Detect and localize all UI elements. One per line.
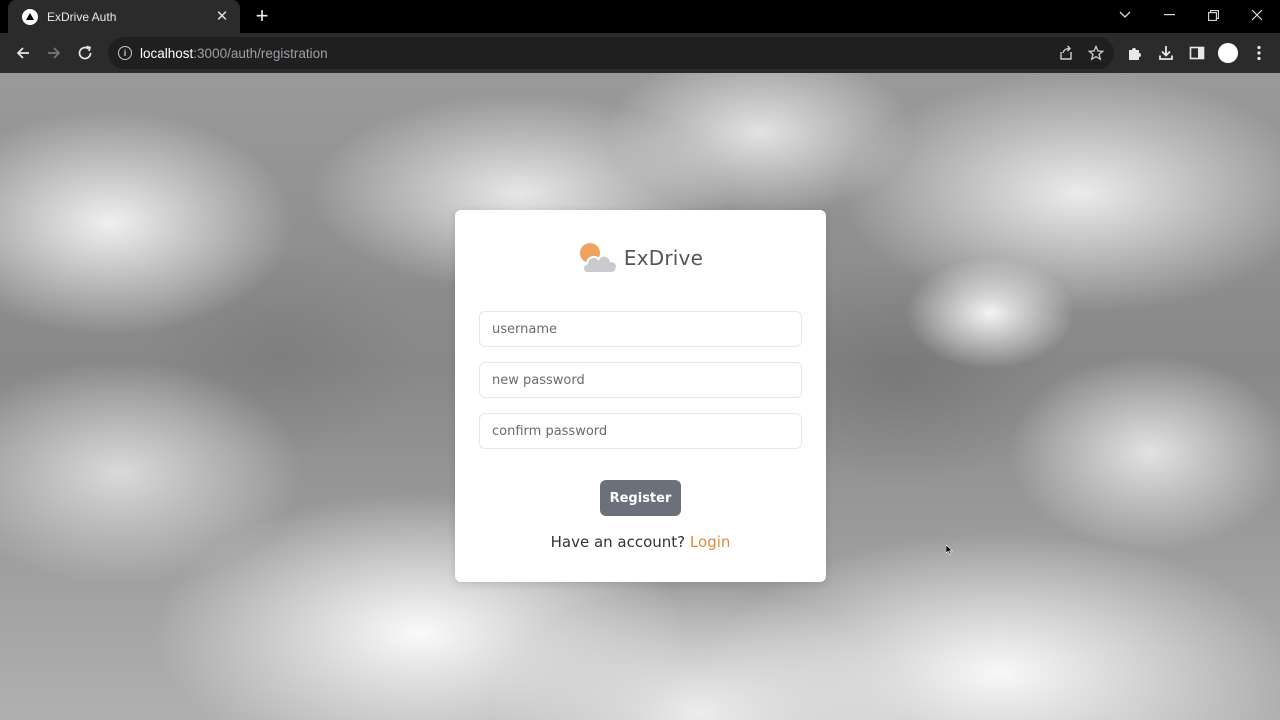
url-host: localhost: [140, 45, 194, 61]
tab-strip: ExDrive Auth ✕ +: [0, 0, 1280, 33]
username-input[interactable]: [479, 311, 802, 347]
window-close-icon[interactable]: [1235, 0, 1279, 30]
url-text: localhost:3000/auth/registration: [140, 46, 328, 61]
triangle-favicon-icon: [22, 8, 38, 25]
cloud-sun-logo-icon: [578, 240, 622, 276]
confirm-password-input[interactable]: [479, 413, 802, 449]
have-account-text: Have an account?: [550, 533, 686, 551]
minimize-icon[interactable]: [1147, 0, 1191, 30]
registration-card: ExDrive Register Have an account? Login: [455, 210, 826, 582]
page-viewport: ExDrive Register Have an account? Login: [0, 73, 1280, 720]
forward-arrow-icon[interactable]: [40, 39, 68, 67]
url-path: :3000/auth/registration: [193, 45, 328, 61]
brand-name: ExDrive: [623, 246, 704, 270]
browser-tab[interactable]: ExDrive Auth ✕: [8, 0, 240, 33]
tab-close-icon[interactable]: ✕: [214, 8, 230, 25]
browser-menu-icon[interactable]: [1245, 39, 1273, 67]
new-tab-button[interactable]: +: [252, 5, 272, 27]
login-link[interactable]: Login: [690, 533, 730, 551]
browser-toolbar: i localhost:3000/auth/registration: [0, 33, 1280, 73]
site-info-icon[interactable]: i: [118, 46, 132, 60]
reload-icon[interactable]: [71, 39, 99, 67]
tab-title: ExDrive Auth: [47, 9, 117, 24]
tab-search-chevron-icon[interactable]: [1103, 0, 1147, 30]
profile-avatar-icon[interactable]: [1214, 39, 1242, 67]
download-icon[interactable]: [1152, 39, 1180, 67]
restore-icon[interactable]: [1191, 0, 1235, 30]
share-icon[interactable]: [1052, 39, 1080, 67]
bookmark-star-icon[interactable]: [1082, 39, 1110, 67]
new-password-input[interactable]: [479, 362, 802, 398]
back-arrow-icon[interactable]: [9, 39, 37, 67]
extensions-puzzle-icon[interactable]: [1121, 39, 1149, 67]
register-button[interactable]: Register: [600, 480, 681, 516]
brand-header: ExDrive: [455, 240, 826, 276]
mouse-cursor-icon: [946, 545, 954, 555]
address-bar[interactable]: i localhost:3000/auth/registration: [108, 37, 1114, 69]
login-prompt: Have an account? Login: [455, 533, 826, 551]
side-panel-icon[interactable]: [1183, 39, 1211, 67]
